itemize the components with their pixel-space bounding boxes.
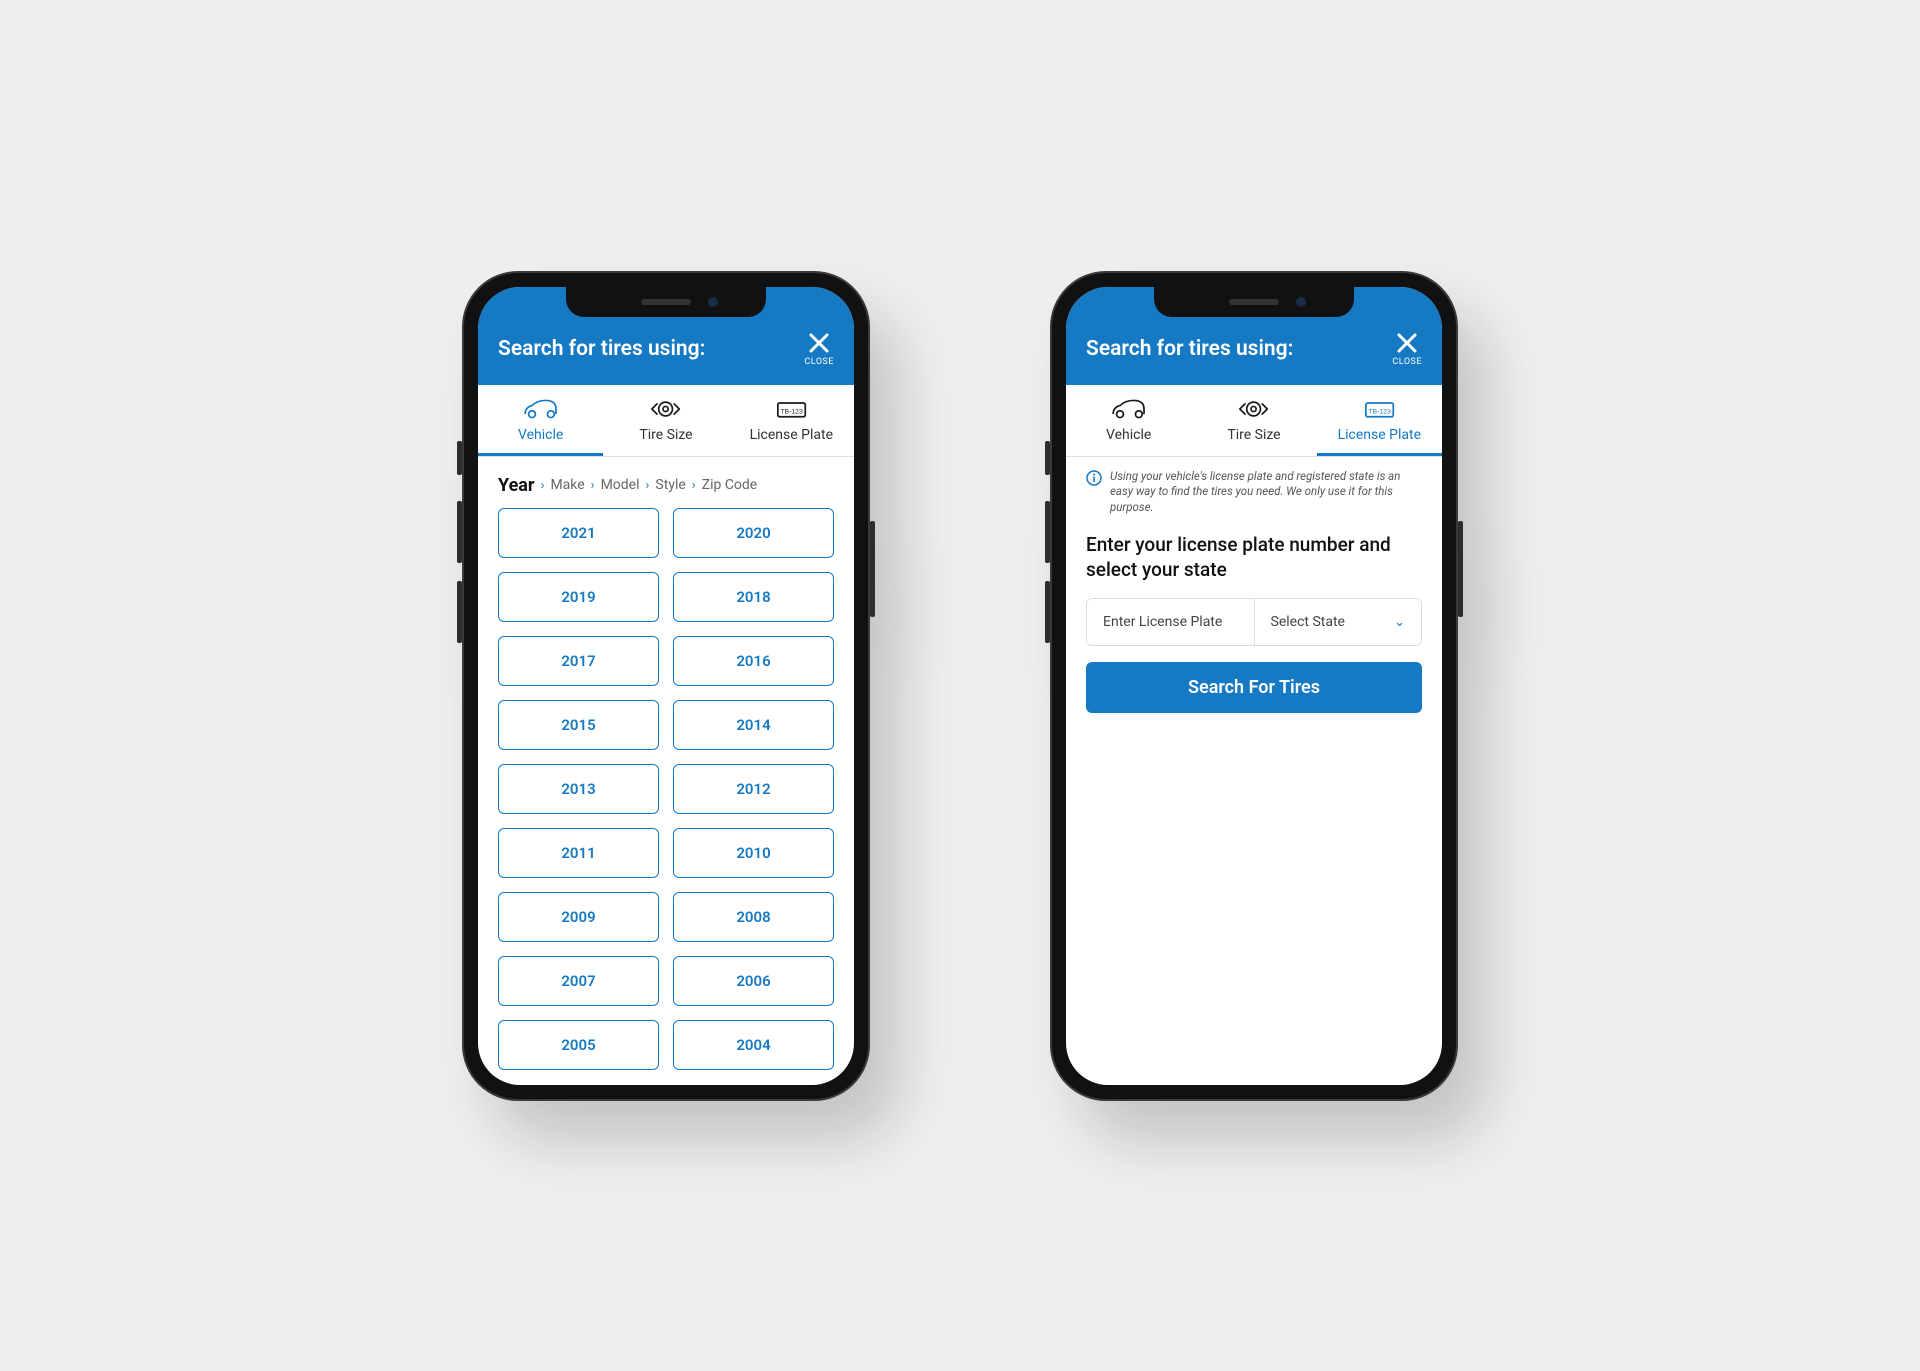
screen-vehicle-year: Search for tires using: CLOSE Vehicle [478,287,854,1085]
input-placeholder: Enter License Plate [1103,614,1222,630]
svg-text:TB-123: TB-123 [1368,408,1391,415]
state-select[interactable]: Select State ⌄ [1254,599,1422,645]
tab-label: Tire Size [603,427,728,443]
close-icon [807,331,831,355]
close-icon [1395,331,1419,355]
search-method-tabs: Vehicle Tire Size TB-123 License Plate [1066,385,1442,457]
year-option[interactable]: 2018 [673,572,834,622]
tab-tire-size[interactable]: Tire Size [603,385,728,456]
year-option[interactable]: 2013 [498,764,659,814]
year-option[interactable]: 2009 [498,892,659,942]
mockup-phone-right: Search for tires using: CLOSE Vehicle [1050,271,1458,1101]
license-plate-icon: TB-123 [729,395,854,423]
breadcrumb-step-style[interactable]: Style [655,477,685,493]
tab-tire-size[interactable]: Tire Size [1191,385,1316,456]
modal-title: Search for tires using: [498,337,705,361]
tab-license-plate[interactable]: TB-123 License Plate [729,385,854,456]
tab-vehicle[interactable]: Vehicle [478,385,603,456]
chevron-down-icon: ⌄ [1394,615,1405,630]
chevron-right-icon: › [541,478,545,493]
year-option[interactable]: 2011 [498,828,659,878]
tab-label: License Plate [1317,427,1442,443]
tab-label: Vehicle [478,427,603,443]
close-label: CLOSE [1392,357,1422,367]
car-icon [478,395,603,423]
year-option[interactable]: 2014 [673,700,834,750]
license-plate-heading: Enter your license plate number and sele… [1066,523,1442,598]
info-text: Using your vehicle's license plate and r… [1110,469,1422,516]
chevron-right-icon: › [692,478,696,493]
tab-label: License Plate [729,427,854,443]
breadcrumb-current: Year [498,475,535,496]
search-method-tabs: Vehicle Tire Size TB-123 License Plate [478,385,854,457]
year-option[interactable]: 2007 [498,956,659,1006]
year-option[interactable]: 2008 [673,892,834,942]
year-option[interactable]: 2015 [498,700,659,750]
info-banner: Using your vehicle's license plate and r… [1066,457,1442,524]
screen-license-plate: Search for tires using: CLOSE Vehicle [1066,287,1442,1085]
breadcrumb-step-model[interactable]: Model [601,477,640,493]
breadcrumb: Year › Make › Model › Style › Zip Code [478,457,854,508]
svg-text:TB-123: TB-123 [780,408,803,415]
year-option[interactable]: 2010 [673,828,834,878]
breadcrumb-step-zip[interactable]: Zip Code [702,477,758,493]
tab-vehicle[interactable]: Vehicle [1066,385,1191,456]
close-button[interactable]: CLOSE [804,331,834,367]
chevron-right-icon: › [646,478,650,493]
license-plate-input[interactable]: Enter License Plate [1087,599,1254,645]
license-plate-icon: TB-123 [1317,395,1442,423]
side-button [870,521,875,617]
year-grid: 2021 2020 2019 2018 2017 2016 2015 2014 … [478,508,854,1085]
year-option[interactable]: 2006 [673,956,834,1006]
mockup-phone-left: Search for tires using: CLOSE Vehicle [462,271,870,1101]
year-option[interactable]: 2017 [498,636,659,686]
modal-title: Search for tires using: [1086,337,1293,361]
year-option[interactable]: 2019 [498,572,659,622]
select-placeholder: Select State [1271,614,1345,630]
breadcrumb-step-make[interactable]: Make [550,477,584,493]
year-option[interactable]: 2016 [673,636,834,686]
chevron-right-icon: › [591,478,595,493]
year-option[interactable]: 2004 [673,1020,834,1070]
year-option[interactable]: 2005 [498,1020,659,1070]
license-plate-form: Enter License Plate Select State ⌄ [1086,598,1422,646]
year-option[interactable]: 2021 [498,508,659,558]
close-label: CLOSE [804,357,834,367]
phone-notch [1154,287,1354,317]
tire-icon [603,395,728,423]
tab-label: Tire Size [1191,427,1316,443]
side-button [1458,521,1463,617]
year-option[interactable]: 2012 [673,764,834,814]
search-for-tires-button[interactable]: Search For Tires [1086,662,1422,713]
tab-label: Vehicle [1066,427,1191,443]
tab-license-plate[interactable]: TB-123 License Plate [1317,385,1442,456]
info-icon [1086,470,1102,486]
close-button[interactable]: CLOSE [1392,331,1422,367]
car-icon [1066,395,1191,423]
tire-icon [1191,395,1316,423]
year-option[interactable]: 2020 [673,508,834,558]
phone-notch [566,287,766,317]
